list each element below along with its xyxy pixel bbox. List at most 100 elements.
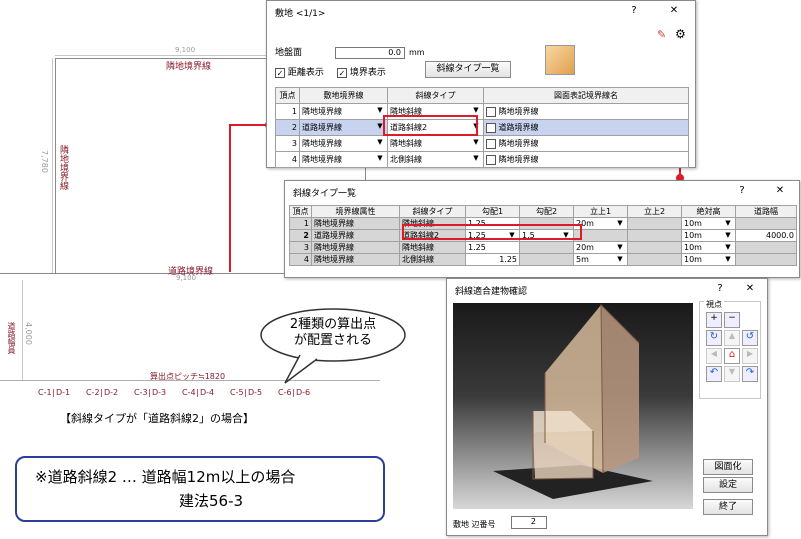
table-row[interactable]: 3 隣地境界線 隣地斜線 1.25 20m ▼ 10m ▼ bbox=[289, 241, 797, 254]
chevron-down-icon[interactable]: ▼ bbox=[615, 219, 625, 227]
pitch-label: 算出点ピッチ≒1820 bbox=[150, 372, 226, 381]
calc-point-label: D-6 bbox=[296, 388, 311, 397]
close-button[interactable]: ✕ bbox=[743, 282, 757, 296]
chevron-down-icon[interactable]: ▼ bbox=[375, 106, 385, 114]
name-checkbox[interactable] bbox=[486, 122, 496, 133]
calc-point-label: C-5 bbox=[230, 388, 244, 397]
distance-checkbox-row[interactable]: ✓ 距離表示 bbox=[275, 65, 324, 78]
boundary-select[interactable]: 隣地境界線 ▼ bbox=[299, 135, 388, 152]
chevron-down-icon[interactable]: ▼ bbox=[615, 255, 625, 263]
chevron-down-icon[interactable]: ▼ bbox=[375, 138, 385, 146]
arrow-left-icon[interactable]: ◀ bbox=[706, 348, 722, 364]
road-dimension-text: 9,100 bbox=[176, 274, 197, 282]
col-header: 勾配2 bbox=[519, 205, 574, 218]
distance-label: 距離表示 bbox=[287, 68, 324, 78]
table-row[interactable]: 3 隣地境界線 ▼ 隣地斜線 ▼ 隣地境界線 bbox=[275, 135, 689, 152]
figure-button[interactable]: 図面化 bbox=[703, 459, 753, 475]
tilt-right-icon[interactable]: ↷ bbox=[742, 366, 758, 382]
distance-checkbox[interactable]: ✓ bbox=[275, 67, 285, 78]
chevron-down-icon[interactable]: ▼ bbox=[375, 154, 385, 162]
home-icon[interactable]: ⌂ bbox=[724, 348, 740, 364]
boundary-checkbox-row[interactable]: ✓ 境界表示 bbox=[337, 65, 386, 78]
calc-point-label: D-2 bbox=[104, 388, 119, 397]
settings-button[interactable]: 設定 bbox=[703, 477, 753, 493]
zoom-out-icon[interactable]: − bbox=[724, 312, 740, 328]
arrow-down-icon[interactable]: ▼ bbox=[724, 366, 740, 382]
table-row[interactable]: 4 隣地境界線 北側斜線 1.25 5m ▼ 10m ▼ bbox=[289, 253, 797, 266]
boundary-select[interactable]: 隣地境界線 ▼ bbox=[299, 103, 388, 120]
help-button[interactable]: ? bbox=[713, 282, 727, 296]
g1-cell[interactable]: 1.25 bbox=[465, 241, 520, 254]
top-boundary-label: 隣地境界線 bbox=[166, 62, 212, 72]
name-cell[interactable]: 隣地境界線 bbox=[483, 135, 689, 152]
pen-icon[interactable]: ✎ bbox=[657, 28, 666, 41]
rotate-right-icon[interactable]: ↺ bbox=[742, 330, 758, 346]
3d-view[interactable] bbox=[453, 303, 693, 509]
col-header: 斜線タイプ bbox=[387, 87, 484, 104]
type-select[interactable]: 隣地斜線 ▼ bbox=[387, 135, 484, 152]
ground-input[interactable]: 0.0 bbox=[335, 47, 405, 59]
r2-cell bbox=[627, 217, 682, 230]
chevron-down-icon[interactable]: ▼ bbox=[723, 255, 733, 263]
chevron-down-icon[interactable]: ▼ bbox=[471, 106, 481, 114]
tilt-left-icon[interactable]: ↶ bbox=[706, 366, 722, 382]
abs-select[interactable]: 10m ▼ bbox=[681, 229, 736, 242]
table-row[interactable]: 1 隣地境界線 ▼ 隣地斜線 ▼ 隣地境界線 bbox=[275, 103, 689, 120]
col-header: 境界線属性 bbox=[311, 205, 400, 218]
table-row[interactable]: 4 隣地境界線 ▼ 北側斜線 ▼ 隣地境界線 bbox=[275, 151, 689, 168]
abs-select[interactable]: 10m ▼ bbox=[681, 217, 736, 230]
help-button[interactable]: ? bbox=[735, 184, 749, 198]
close-button[interactable]: ✕ bbox=[773, 184, 787, 198]
table-row[interactable]: 2 道路境界線 ▼ 道路斜線2 ▼ 道路境界線 bbox=[275, 119, 689, 136]
highlight-type-cell bbox=[383, 115, 478, 136]
zoom-in-icon[interactable]: + bbox=[706, 312, 722, 328]
boundary-checkbox[interactable]: ✓ bbox=[337, 67, 347, 78]
rotate-left-icon[interactable]: ↻ bbox=[706, 330, 722, 346]
g2-cell bbox=[519, 253, 574, 266]
r1-select[interactable]: 20m ▼ bbox=[573, 241, 628, 254]
arrow-right-icon[interactable]: ▶ bbox=[742, 348, 758, 364]
chevron-down-icon[interactable]: ▼ bbox=[723, 231, 733, 239]
calc-point-label: D-4 bbox=[200, 388, 215, 397]
type-cell: 北側斜線 bbox=[399, 253, 466, 266]
chevron-down-icon[interactable]: ▼ bbox=[723, 243, 733, 251]
r1-select[interactable]: 5m ▼ bbox=[573, 253, 628, 266]
row-number: 3 bbox=[275, 135, 300, 152]
building-image-button[interactable] bbox=[545, 45, 575, 75]
chevron-down-icon[interactable]: ▼ bbox=[615, 243, 625, 251]
chevron-down-icon[interactable]: ▼ bbox=[723, 219, 733, 227]
edge-number-spinner[interactable]: 2 bbox=[511, 516, 547, 529]
abs-select[interactable]: 10m ▼ bbox=[681, 253, 736, 266]
col-header: 頂点 bbox=[289, 205, 312, 218]
name-checkbox[interactable] bbox=[486, 138, 496, 149]
close-button[interactable]: ✕ bbox=[667, 4, 681, 18]
finish-button[interactable]: 終了 bbox=[703, 499, 753, 515]
col-header: 図面表記境界線名 bbox=[483, 87, 689, 104]
arrow-up-icon[interactable]: ▲ bbox=[724, 330, 740, 346]
calc-point-label: C-6 bbox=[278, 388, 292, 397]
viewpoint-label: 視点 bbox=[704, 299, 724, 310]
edge-number-label: 敷地 辺番号 bbox=[453, 520, 496, 529]
chevron-down-icon[interactable]: ▼ bbox=[471, 154, 481, 162]
type-select[interactable]: 北側斜線 ▼ bbox=[387, 151, 484, 168]
road-width-input[interactable]: 4000.0 bbox=[735, 229, 797, 242]
gear-icon[interactable]: ⚙ bbox=[675, 27, 686, 41]
highlight-road-slope-row bbox=[402, 224, 582, 240]
g1-cell[interactable]: 1.25 bbox=[465, 253, 520, 266]
name-checkbox[interactable] bbox=[486, 106, 496, 117]
r2-cell bbox=[627, 229, 682, 242]
slope-type-list-button[interactable]: 斜線タイプ一覧 bbox=[425, 61, 511, 78]
site-dialog-title: 敷地 <1/1> bbox=[275, 8, 326, 19]
abs-select[interactable]: 10m ▼ bbox=[681, 241, 736, 254]
attr-cell: 隣地境界線 bbox=[311, 241, 400, 254]
help-button[interactable]: ? bbox=[627, 4, 641, 18]
name-cell[interactable]: 隣地境界線 bbox=[483, 151, 689, 168]
calc-point-label: C-3 bbox=[134, 388, 148, 397]
boundary-select[interactable]: 道路境界線 ▼ bbox=[299, 119, 388, 136]
chevron-down-icon[interactable]: ▼ bbox=[471, 138, 481, 146]
name-cell[interactable]: 隣地境界線 bbox=[483, 103, 689, 120]
site-boundary-table: 頂点 敷地境界線 斜線タイプ 図面表記境界線名 1 隣地境界線 ▼ 隣地斜線 ▼ 隣… bbox=[275, 87, 689, 168]
name-cell[interactable]: 道路境界線 bbox=[483, 119, 689, 136]
name-checkbox[interactable] bbox=[486, 154, 496, 165]
boundary-select[interactable]: 隣地境界線 ▼ bbox=[299, 151, 388, 168]
